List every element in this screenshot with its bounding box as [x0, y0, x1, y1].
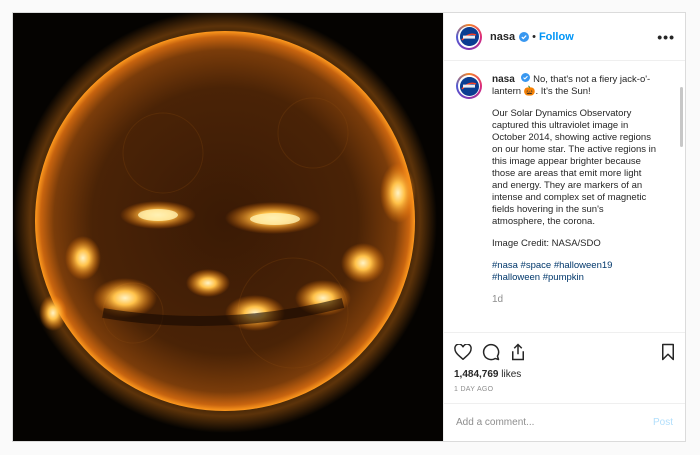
hashtag-link[interactable]: #halloween19 [554, 260, 613, 271]
caption-time: 1d [492, 294, 504, 305]
nasa-logo-icon [460, 27, 478, 46]
hashtags: #nasa #space #halloween19 #halloween #pu… [492, 260, 657, 284]
bookmark-icon[interactable] [661, 343, 675, 361]
post-comment-button[interactable]: Post [653, 417, 673, 428]
post-image[interactable] [13, 13, 443, 441]
verified-badge-icon [521, 73, 531, 82]
follow-button[interactable]: Follow [539, 31, 574, 43]
avatar[interactable] [456, 23, 482, 50]
nasa-logo-icon [460, 77, 478, 95]
posted-ago: 1 DAY AGO [454, 386, 494, 393]
comment-input[interactable] [456, 417, 653, 428]
action-icons [454, 341, 675, 363]
sun-jack-o-lantern-image [13, 13, 437, 433]
comment-icon[interactable] [482, 343, 500, 361]
separator-dot: • [532, 30, 536, 43]
caption-paragraph: Our Solar Dynamics Observatory captured … [492, 108, 657, 227]
more-options-icon[interactable]: ••• [657, 29, 675, 45]
heart-icon[interactable] [454, 344, 472, 360]
caption-headline: No, that's not a fiery jack-o'-lantern 🎃… [492, 74, 651, 97]
account-username[interactable]: nasa [490, 31, 515, 43]
caption-credit: Image Credit: NASA/SDO [492, 238, 601, 249]
caption-text: nasa No, that's not a fiery jack-o'-lant… [492, 73, 657, 306]
caption-username[interactable]: nasa [492, 74, 515, 85]
comments-area[interactable]: nasa No, that's not a fiery jack-o'-lant… [444, 61, 685, 332]
instagram-post: nasa • Follow ••• nasa No, that's not a … [12, 12, 686, 442]
hashtag-link[interactable]: #nasa [492, 260, 518, 271]
hashtag-link[interactable]: #pumpkin [543, 272, 584, 283]
post-header: nasa • Follow ••• [444, 13, 685, 61]
likes-word: likes [501, 369, 522, 380]
hashtag-link[interactable]: #space [521, 260, 552, 271]
add-comment-bar: Post [444, 403, 685, 441]
likes-count[interactable]: 1,484,769 likes [454, 369, 675, 380]
caption-avatar[interactable] [456, 73, 482, 99]
post-sidebar: nasa • Follow ••• nasa No, that's not a … [443, 13, 685, 441]
scrollbar[interactable] [680, 87, 683, 147]
hashtag-link[interactable]: #halloween [492, 272, 540, 283]
verified-badge-icon [519, 31, 530, 42]
post-actions: 1,484,769 likes 1 DAY AGO [444, 332, 685, 393]
caption-row: nasa No, that's not a fiery jack-o'-lant… [456, 73, 675, 306]
share-icon[interactable] [510, 343, 526, 361]
likes-number: 1,484,769 [454, 369, 499, 380]
